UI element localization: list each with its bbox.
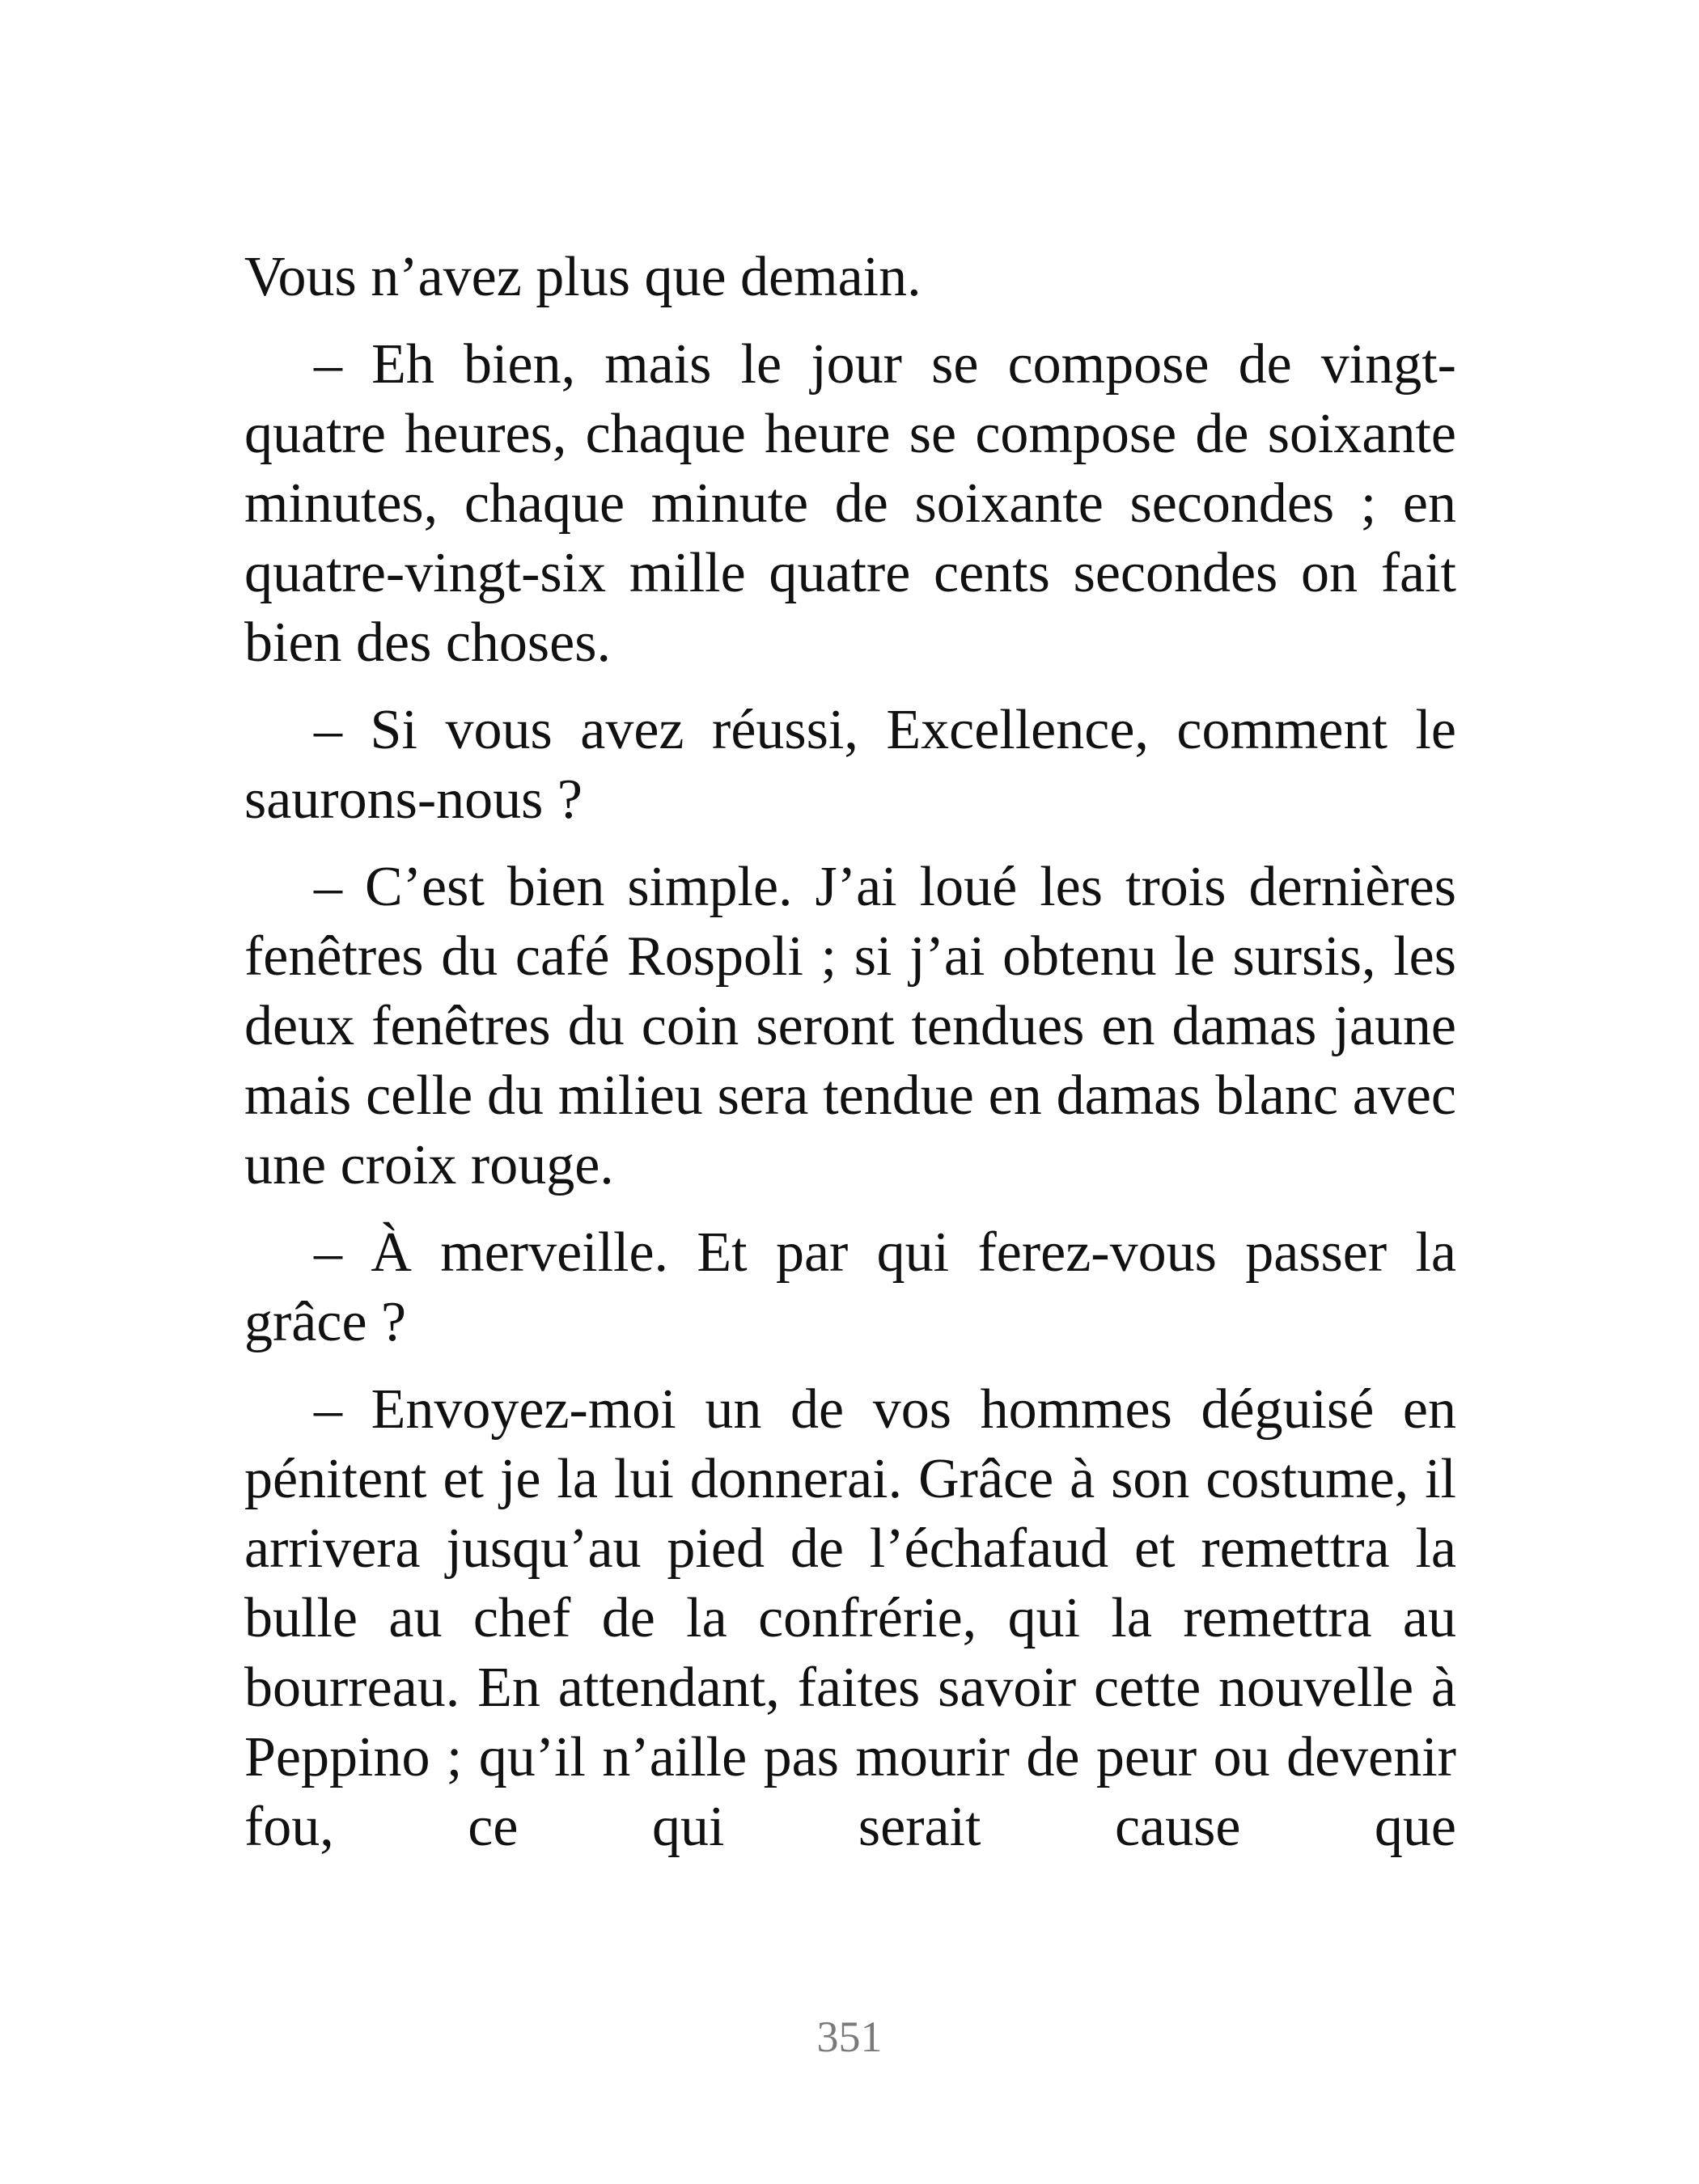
page-number: 351 (816, 2013, 883, 2061)
paragraph-1: Vous n’avez plus que demain. (244, 246, 922, 308)
paragraph-5: – À merveille. Et par qui ferez-vous pas… (244, 1221, 1456, 1353)
paragraph-6: – Envoyez-moi un de vos hommes déguisé e… (244, 1378, 1456, 1858)
book-page: Vous n’avez plus que demain. – Eh bien, … (0, 0, 1699, 2184)
paragraph-3: – Si vous avez réussi, Excellence, comme… (244, 699, 1456, 831)
paragraph-4: – C’est bien simple. J’ai loué les trois… (244, 856, 1456, 1196)
paragraph-2: – Eh bien, mais le jour se compose de vi… (244, 333, 1456, 674)
body-text: Vous n’avez plus que demain. – Eh bien, … (244, 243, 1456, 1880)
